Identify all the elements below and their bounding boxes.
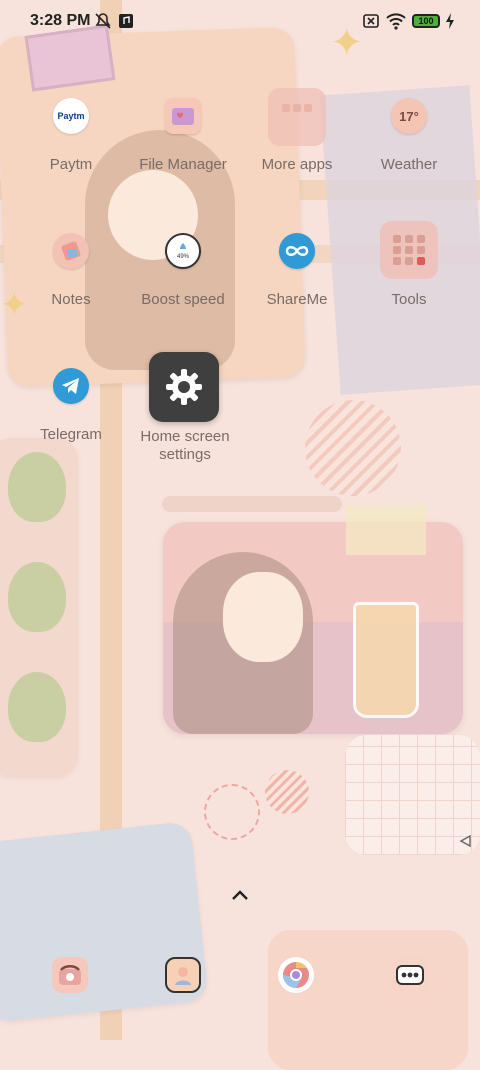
app-weather[interactable]: 17° Weather bbox=[350, 98, 468, 214]
app-more-apps[interactable]: More apps bbox=[238, 88, 356, 214]
settings-label-line1: Home screen bbox=[140, 428, 230, 445]
app-boost-speed[interactable]: 49% Boost speed bbox=[124, 233, 242, 349]
wallpaper-tree bbox=[8, 672, 66, 742]
status-bar: 3:28 PM 100 bbox=[0, 0, 480, 44]
chevron-up-icon[interactable] bbox=[230, 888, 250, 902]
app-tools[interactable]: Tools bbox=[350, 221, 468, 349]
app-label: Tools bbox=[391, 291, 427, 308]
music-icon bbox=[119, 14, 133, 28]
wallpaper-tree bbox=[8, 562, 66, 632]
wallpaper-card-bottom-right bbox=[268, 930, 468, 1070]
charging-icon bbox=[446, 13, 454, 29]
boost-icon: 49% bbox=[165, 233, 201, 269]
mute-icon bbox=[95, 13, 111, 29]
gear-icon bbox=[149, 352, 219, 422]
app-file-manager[interactable]: File Manager bbox=[124, 98, 242, 214]
dock-phone[interactable] bbox=[52, 957, 88, 993]
paytm-icon: Paytm bbox=[53, 98, 89, 134]
app-label: Weather bbox=[380, 156, 438, 173]
settings-label-line2: settings bbox=[159, 446, 211, 463]
weather-icon: 17° bbox=[391, 98, 427, 134]
app-paytm[interactable]: Paytm Paytm bbox=[12, 98, 130, 214]
app-label: File Manager bbox=[139, 156, 227, 173]
app-label: ShareMe bbox=[266, 291, 328, 308]
messages-icon bbox=[396, 965, 424, 985]
app-notes[interactable]: Notes bbox=[12, 233, 130, 349]
app-label: Telegram bbox=[40, 426, 102, 443]
wallpaper-dashed-circle bbox=[204, 784, 260, 840]
contacts-icon bbox=[175, 967, 191, 985]
app-shareme[interactable]: ShareMe bbox=[238, 233, 356, 349]
shareme-icon bbox=[279, 233, 315, 269]
notes-icon bbox=[53, 233, 89, 269]
battery-icon: 100 bbox=[412, 14, 440, 28]
browser-icon bbox=[283, 961, 309, 988]
wallpaper-strawberry bbox=[346, 505, 426, 555]
wifi-icon bbox=[386, 13, 406, 30]
telegram-icon bbox=[53, 368, 89, 404]
wallpaper-circle-striped bbox=[305, 400, 401, 496]
app-label: More apps bbox=[261, 156, 333, 173]
tools-icon bbox=[380, 221, 438, 279]
wallpaper-dots bbox=[162, 496, 342, 512]
sim-off-icon bbox=[363, 14, 379, 28]
wallpaper-small-striped-circle bbox=[265, 770, 309, 814]
dock-browser[interactable] bbox=[278, 957, 314, 993]
home-screen-settings[interactable]: Home screen settings bbox=[124, 352, 242, 472]
app-label: Boost speed bbox=[141, 291, 225, 308]
back-arrow-icon[interactable] bbox=[458, 834, 472, 848]
dock-contacts[interactable] bbox=[165, 957, 201, 993]
file-manager-icon bbox=[165, 98, 201, 134]
phone-icon bbox=[59, 965, 81, 985]
battery-level: 100 bbox=[418, 16, 434, 26]
app-label: Notes bbox=[51, 291, 91, 308]
dock-messages[interactable] bbox=[392, 957, 428, 993]
app-telegram[interactable]: Telegram bbox=[12, 368, 130, 484]
status-time: 3:28 PM bbox=[30, 12, 91, 29]
folder-icon bbox=[268, 88, 326, 146]
settings-label: Home screen settings bbox=[126, 428, 244, 464]
app-label: Paytm bbox=[49, 156, 93, 173]
